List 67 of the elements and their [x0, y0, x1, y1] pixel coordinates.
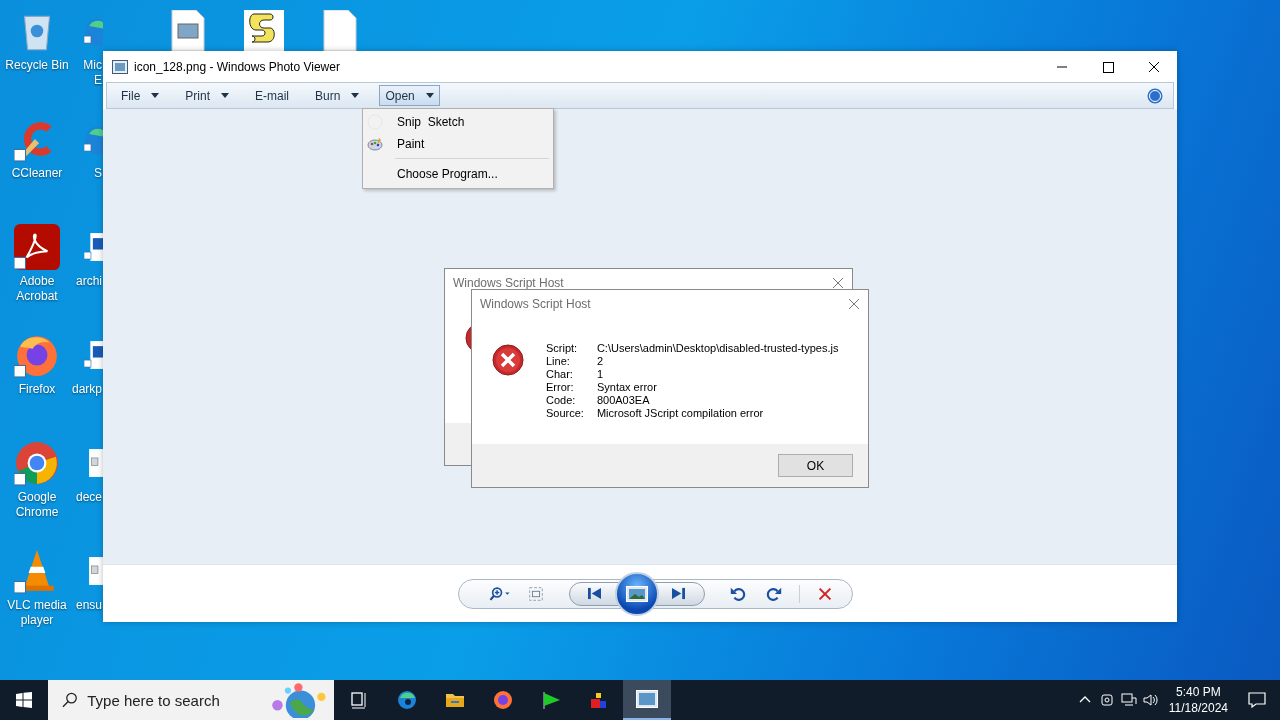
field-value: 1	[596, 368, 605, 381]
field-value: C:\Users\admin\Desktop\disabled-trusted-types.js	[596, 342, 839, 355]
windows-logo-icon[interactable]	[16, 692, 32, 708]
script-scroll-icon[interactable]	[244, 10, 284, 51]
desktop-icon-label: darkp	[71, 382, 103, 397]
desktop-icon-label: CCleaner	[11, 166, 63, 181]
flag-icon	[540, 690, 562, 710]
field-label: Script:	[546, 342, 579, 355]
menu-button[interactable]: Print	[179, 85, 236, 106]
desktop-icon-label: Mic E	[83, 58, 103, 88]
desktop-icon-label: VLC media player	[7, 598, 67, 628]
field-label: Line:	[546, 355, 571, 368]
blank-file-icon[interactable]	[320, 10, 360, 51]
field-label: Code:	[546, 394, 577, 407]
network-icon[interactable]	[1120, 692, 1137, 708]
close-icon[interactable]	[848, 298, 860, 310]
menu-button[interactable]: File	[115, 85, 166, 106]
browser-circle-icon[interactable]	[14, 440, 60, 486]
menu-item[interactable]: Snip Sketch	[365, 111, 551, 133]
desktop-icon-label: archi	[76, 274, 103, 289]
ok-button[interactable]: OK	[778, 454, 853, 477]
picture-frame-icon	[636, 689, 658, 709]
menu-button[interactable]: Open	[379, 85, 440, 106]
field-value: Syntax error	[596, 381, 658, 394]
picture-frame-icon	[112, 59, 128, 74]
clock-date[interactable]: 11/18/2024	[1168, 700, 1228, 716]
error-icon	[492, 344, 524, 376]
palette-icon	[367, 136, 383, 152]
menu-item[interactable]: Choose Program...	[365, 162, 551, 186]
help-icon[interactable]	[1147, 87, 1163, 104]
pdf-icon[interactable]	[14, 224, 60, 270]
desktop-icon-label: Adobe Acrobat	[16, 274, 58, 304]
picture-frame-icon	[625, 585, 648, 602]
field-label: Char:	[546, 368, 574, 381]
window-title: icon_128.png - Windows Photo Viewer	[134, 59, 341, 74]
field-label: Source:	[546, 407, 584, 420]
zoom-icon[interactable]	[488, 584, 511, 603]
search-field[interactable]: Type here to search	[48, 680, 334, 720]
notifications-icon[interactable]	[1248, 692, 1266, 708]
desktop-icon-label: Recycle Bin	[5, 58, 69, 73]
previous-button[interactable]	[568, 581, 621, 606]
field-value: 2	[596, 355, 605, 368]
speaker-icon[interactable]	[1142, 692, 1159, 708]
dialog-title: Windows Script Host	[453, 276, 565, 290]
clock-time[interactable]: 5:40 PM	[1176, 684, 1221, 700]
search-input[interactable]: Type here to search	[85, 690, 260, 710]
taskbar-app[interactable]	[623, 680, 671, 720]
skip-forward-icon	[671, 587, 686, 600]
field-value: Microsoft JScript compilation error	[596, 407, 765, 420]
skip-back-icon	[587, 587, 602, 600]
image-file-icon[interactable]	[168, 10, 208, 51]
field-value: 800A03EA	[596, 394, 651, 407]
desktop-icon-label: dece	[75, 490, 103, 505]
field-label: Error:	[546, 381, 575, 394]
search-icon	[62, 692, 78, 708]
desktop-icon-label: Google Chrome	[15, 490, 59, 520]
menu-button[interactable]: Burn	[309, 85, 366, 106]
fox-globe-icon	[492, 690, 514, 710]
wave-circle-icon	[396, 690, 418, 710]
menu-button[interactable]: E-mail	[249, 85, 296, 106]
camera-icon[interactable]	[1098, 692, 1115, 708]
desktop-icon-label: Firefox	[18, 382, 56, 397]
close-icon[interactable]	[832, 277, 844, 289]
desktop-icon-label: S	[94, 166, 103, 181]
menu-item[interactable]: Paint	[365, 133, 551, 155]
desktop-icon-label: ensu	[75, 598, 103, 613]
dialog-title: Windows Script Host	[480, 297, 592, 311]
